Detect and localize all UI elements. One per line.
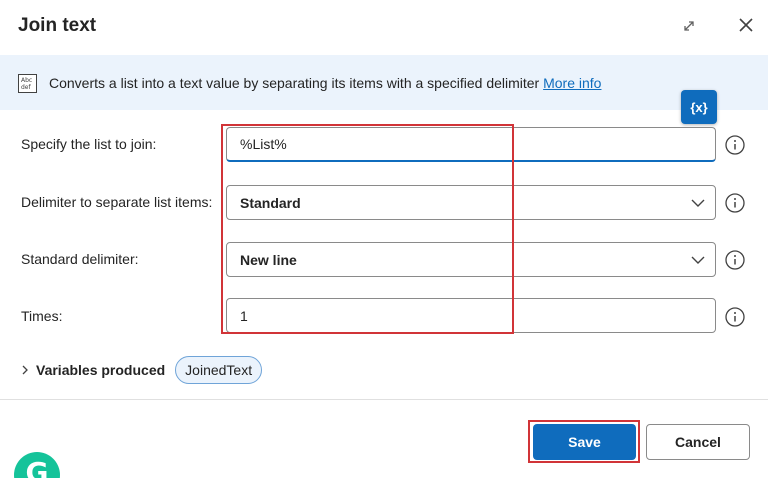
list-label: Specify the list to join:: [21, 136, 157, 152]
info-text: Converts a list into a text value by sep…: [49, 75, 540, 91]
text-info-icon: Abc def: [18, 74, 37, 93]
times-input[interactable]: 1: [226, 298, 716, 333]
delimiter-select-value: Standard: [240, 194, 301, 211]
help-icon[interactable]: [724, 306, 746, 328]
expand-icon[interactable]: [677, 14, 701, 38]
help-icon[interactable]: [724, 134, 746, 156]
list-input-value: %List%: [240, 136, 287, 152]
info-bar: Abc def Converts a list into a text valu…: [0, 55, 768, 110]
chevron-down-icon: [691, 199, 705, 207]
variable-pill[interactable]: JoinedText: [175, 356, 263, 384]
chevron-right-icon[interactable]: [19, 364, 31, 376]
delimiter-select[interactable]: Standard: [226, 185, 716, 220]
variables-produced-label: Variables produced: [36, 362, 166, 378]
variables-button[interactable]: {x}: [681, 90, 717, 124]
svg-text:def: def: [21, 84, 32, 91]
grammarly-icon[interactable]: G: [14, 452, 60, 478]
close-icon[interactable]: [734, 13, 758, 37]
svg-text:Abc: Abc: [21, 77, 32, 84]
chevron-down-icon: [691, 256, 705, 264]
help-icon[interactable]: [724, 192, 746, 214]
standard-delimiter-value: New line: [240, 251, 297, 268]
grammarly-letter: G: [25, 456, 49, 478]
save-button[interactable]: Save: [533, 424, 636, 460]
list-input[interactable]: %List%: [226, 127, 716, 162]
info-description: Converts a list into a text value by sep…: [49, 75, 601, 91]
help-icon[interactable]: [724, 249, 746, 271]
standard-delimiter-label: Standard delimiter:: [21, 251, 139, 267]
times-input-value: 1: [240, 307, 248, 324]
standard-delimiter-select[interactable]: New line: [226, 242, 716, 277]
cancel-button[interactable]: Cancel: [646, 424, 750, 460]
dialog-title: Join text: [18, 15, 97, 36]
times-label: Times:: [21, 308, 63, 324]
dialog-header: Join text: [0, 0, 768, 52]
more-info-link[interactable]: More info: [543, 75, 601, 91]
delimiter-label: Delimiter to separate list items:: [21, 194, 213, 210]
variables-produced-row[interactable]: Variables produced JoinedText: [19, 356, 263, 384]
footer-divider: [0, 399, 768, 400]
